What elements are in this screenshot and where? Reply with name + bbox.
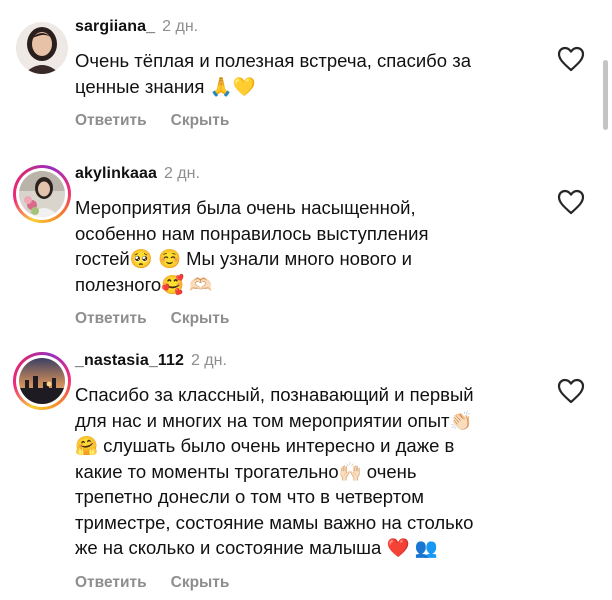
avatar-image <box>19 358 65 404</box>
username[interactable]: akylinkaaa <box>75 165 157 183</box>
comment-text: Мероприятия была очень насыщенной, особе… <box>75 197 429 295</box>
comment-meta: sargiiana_ 2 дн. <box>75 18 555 40</box>
comment-body: _nastasia_112 2 дн. Спасибо за классный,… <box>75 352 555 592</box>
scrollbar[interactable] <box>603 60 608 130</box>
avatar[interactable] <box>16 22 68 74</box>
comment-meta: _nastasia_112 2 дн. <box>75 352 555 374</box>
reply-button[interactable]: Ответить <box>75 310 147 328</box>
heart-outline-icon[interactable] <box>557 378 585 404</box>
comment-actions: Ответить Скрыть <box>75 574 555 592</box>
comment-actions: Ответить Скрыть <box>75 310 555 328</box>
timestamp: 2 дн. <box>162 18 199 35</box>
comment-actions: Ответить Скрыть <box>75 112 555 130</box>
timestamp: 2 дн. <box>190 352 227 369</box>
comments-feed: sargiiana_ 2 дн. Очень тёплая и полезная… <box>0 0 612 600</box>
comment-body: akylinkaaa 2 дн. Мероприятия была очень … <box>75 165 555 328</box>
hide-button[interactable]: Скрыть <box>171 112 230 130</box>
reply-button[interactable]: Ответить <box>75 112 147 130</box>
avatar-story-ring[interactable] <box>13 352 71 410</box>
comment-text: Очень тёплая и полезная встреча, спасибо… <box>75 50 471 97</box>
reply-button[interactable]: Ответить <box>75 574 147 592</box>
username[interactable]: sargiiana_ <box>75 18 155 36</box>
hide-button[interactable]: Скрыть <box>171 574 230 592</box>
timestamp: 2 дн. <box>163 165 200 182</box>
hide-button[interactable]: Скрыть <box>171 310 230 328</box>
comment-body: sargiiana_ 2 дн. Очень тёплая и полезная… <box>75 18 555 130</box>
heart-outline-icon[interactable] <box>557 189 585 215</box>
comment-text: Спасибо за классный, познавающий и первы… <box>75 384 474 558</box>
avatar-story-ring[interactable] <box>13 165 71 223</box>
username[interactable]: _nastasia_112 <box>75 352 184 370</box>
avatar-image <box>19 171 65 217</box>
heart-outline-icon[interactable] <box>557 46 585 72</box>
comment-meta: akylinkaaa 2 дн. <box>75 165 555 187</box>
avatar-image <box>16 22 68 74</box>
